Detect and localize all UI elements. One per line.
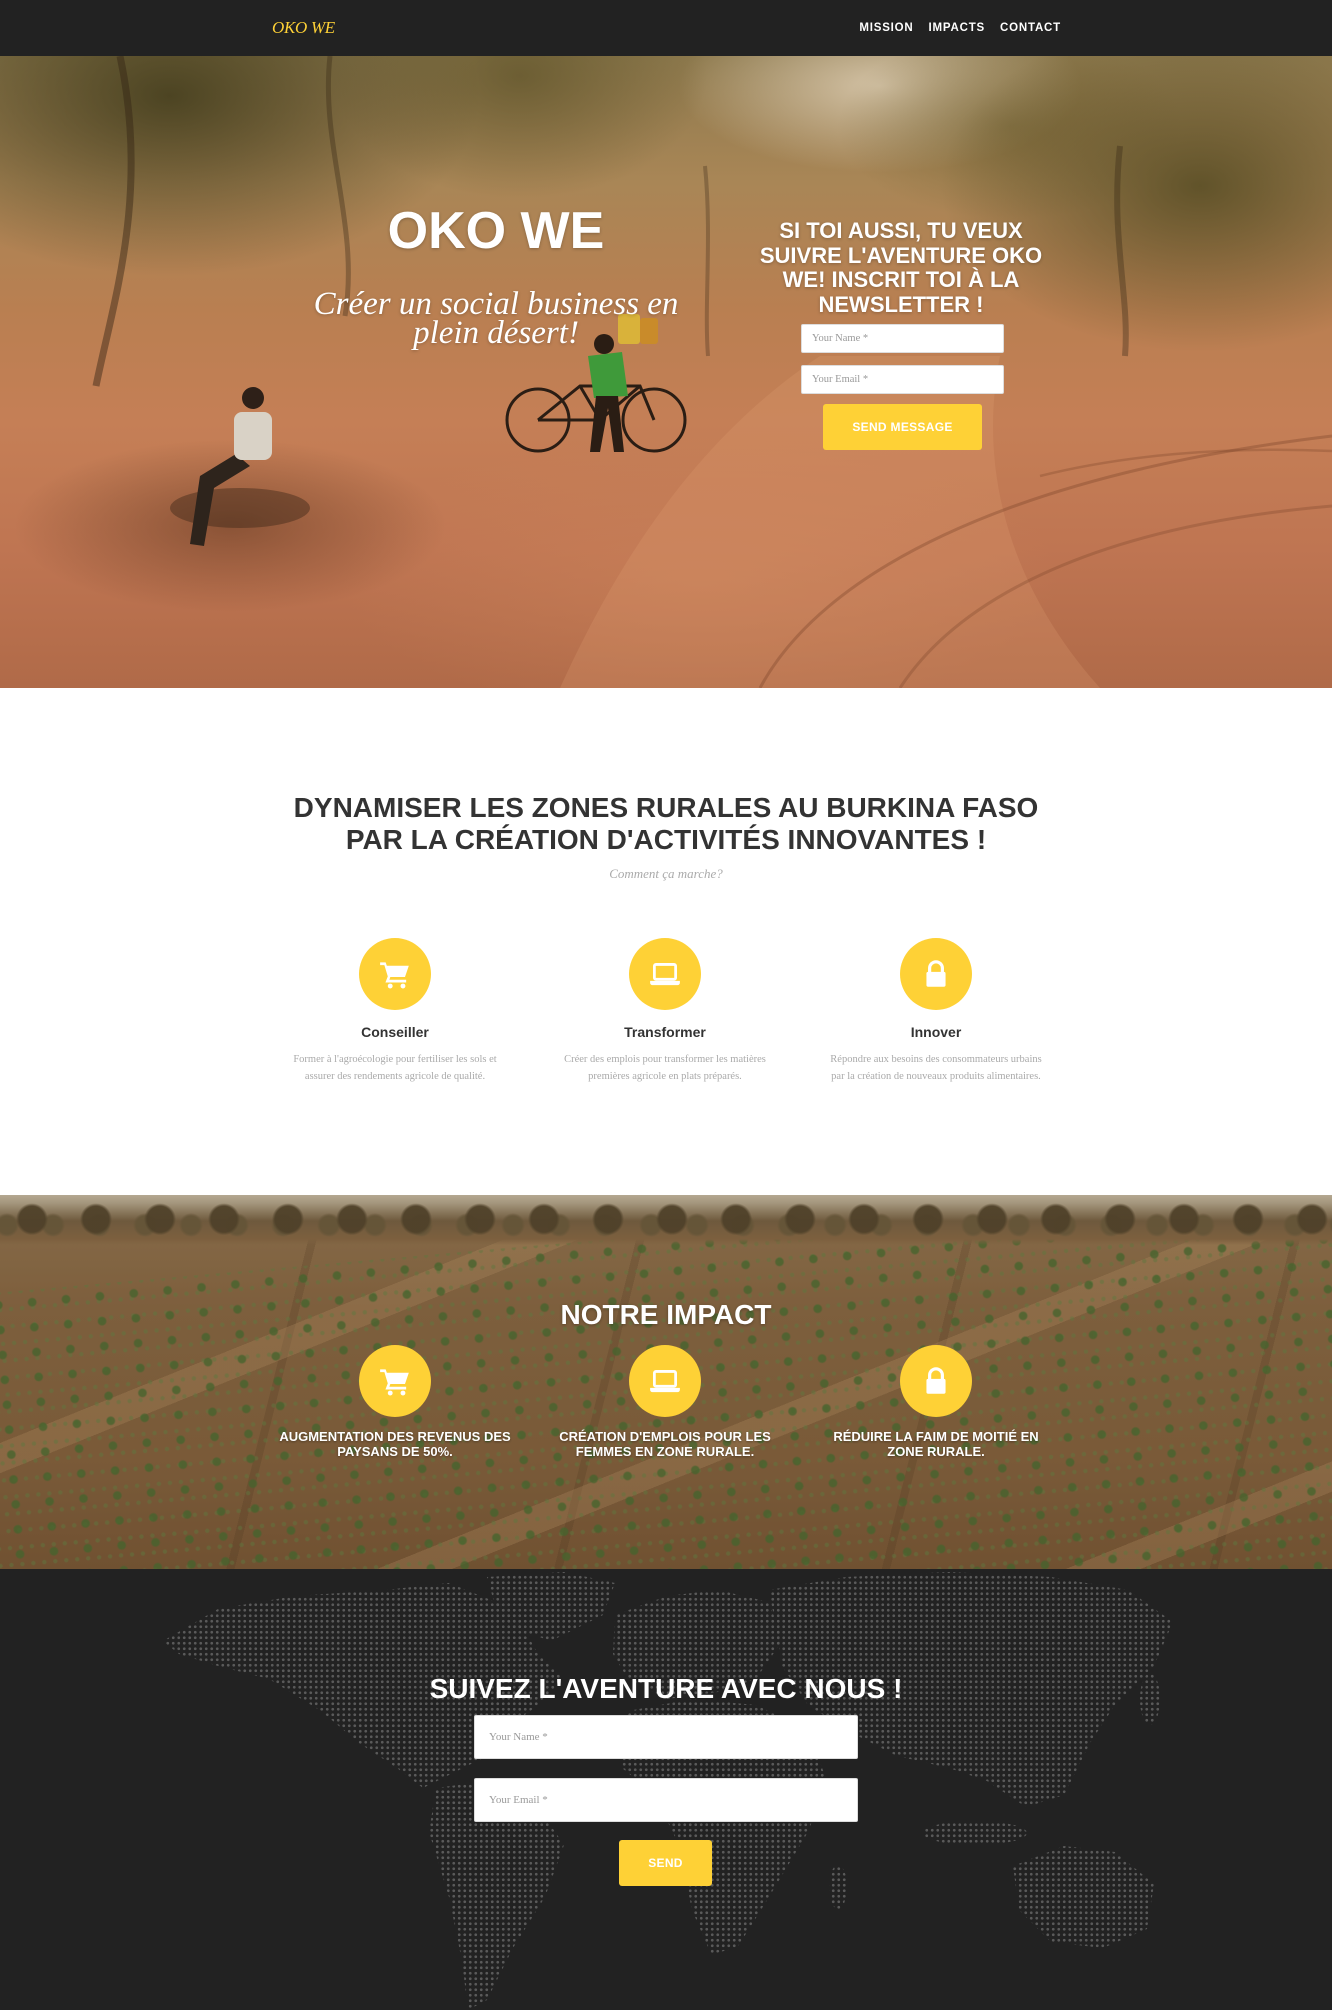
newsletter-heading-line: SUIVRE L'AVENTURE OKO (759, 242, 1043, 268)
feature-title: Innover (910, 1024, 962, 1040)
feature-icon-circle (359, 938, 431, 1010)
mission-heading-line: DYNAMISER LES ZONES RURALES AU BURKINA F… (293, 792, 1039, 823)
feature-title: Conseiller (361, 1024, 429, 1040)
impact-text: AUGMENTATION DES REVENUS DES PAYSANS DE … (260, 1429, 530, 1459)
impact-text-line: CRÉATION D'EMPLOIS POUR LES (559, 1429, 771, 1444)
contact-section: SUIVEZ L'AVENTURE AVEC NOUS ! SEND (0, 1569, 1332, 2010)
seated-man-silhouette (170, 387, 310, 546)
feature-transformer: Transformer Créer des emplois pour trans… (530, 938, 800, 1085)
lock-icon (926, 1367, 946, 1394)
newsletter-heading-line: NEWSLETTER ! (818, 291, 984, 317)
impact-heading: NOTRE IMPACT (560, 1299, 772, 1330)
send-message-button[interactable]: SEND MESSAGE (823, 404, 982, 450)
feature-description-line: Créer des emplois pour transformer les m… (564, 1054, 766, 1065)
impact-text-line: RÉDUIRE LA FAIM DE MOITIÉ EN (833, 1429, 1039, 1444)
contact-name-input[interactable] (474, 1715, 858, 1759)
send-button[interactable]: SEND (619, 1840, 712, 1886)
nav-links: MISSION IMPACTS CONTACT (859, 0, 1061, 56)
feature-description-line: premières agricole en plats préparés. (588, 1071, 742, 1082)
impact-icon-circle (900, 1345, 972, 1417)
brand-logo[interactable]: OKO WE (272, 17, 335, 39)
feature-description: Créer des emplois pour transformer les m… (530, 1051, 800, 1085)
mission-heading: DYNAMISER LES ZONES RURALES AU BURKINA F… (166, 792, 1166, 856)
hero-tagline-line: plein désert! (413, 315, 579, 351)
impact-text-line: AUGMENTATION DES REVENUS DES (279, 1429, 511, 1444)
hero-background-photo (92, 56, 1332, 688)
impact-section: NOTRE IMPACT AUGMENTATION DES REVENUS DE… (0, 1195, 1332, 1569)
lock-icon (926, 960, 946, 987)
impact-icon-circle (629, 1345, 701, 1417)
mission-subheading: Comment ça marche? (609, 866, 723, 881)
feature-description: Répondre aux besoins des consommateurs u… (801, 1051, 1071, 1085)
feature-description-line: assurer des rendements agricole de quali… (304, 1071, 486, 1082)
mission-heading-line: PAR LA CRÉATION D'ACTIVITÉS INNOVANTES ! (345, 824, 987, 855)
impact-item-faim: RÉDUIRE LA FAIM DE MOITIÉ EN ZONE RURALE… (801, 1345, 1071, 1459)
feature-description-line: Former à l'agroécologie pour fertiliser … (293, 1054, 497, 1065)
impact-text-line: PAYSANS DE 50%. (337, 1443, 453, 1459)
nav-link-contact[interactable]: CONTACT (1000, 22, 1061, 34)
impact-text: RÉDUIRE LA FAIM DE MOITIÉ EN ZONE RURALE… (801, 1429, 1071, 1459)
map-australia (1013, 1846, 1154, 1948)
feature-innover: Innover Répondre aux besoins des consomm… (801, 938, 1071, 1085)
nav-link-impacts[interactable]: IMPACTS (929, 22, 986, 34)
feature-description-line: Répondre aux besoins des consommateurs u… (830, 1054, 1042, 1065)
navbar: OKO WE MISSION IMPACTS CONTACT (0, 0, 1332, 56)
hero-tagline: Créer un social business en plein désert… (246, 288, 746, 351)
hero-title: OKO WE (387, 202, 605, 260)
map-indonesia (923, 1821, 1027, 1845)
contact-heading: SUIVEZ L'AVENTURE AVEC NOUS ! (429, 1673, 903, 1704)
feature-title: Transformer (624, 1024, 706, 1040)
hero-section: OKO WE Créer un social business en plein… (0, 56, 1332, 688)
feature-description: Former à l'agroécologie pour fertiliser … (260, 1051, 530, 1085)
newsletter-email-input[interactable] (801, 365, 1004, 394)
mission-section: DYNAMISER LES ZONES RURALES AU BURKINA F… (0, 688, 1332, 1195)
newsletter-heading-line: SI TOI AUSSI, TU VEUX (779, 218, 1023, 243)
impact-text: CRÉATION D'EMPLOIS POUR LES FEMMES EN ZO… (530, 1429, 800, 1459)
impact-item-revenus: AUGMENTATION DES REVENUS DES PAYSANS DE … (260, 1345, 530, 1459)
shopping-cart-icon (380, 1369, 409, 1396)
impact-text-line: ZONE RURALE. (887, 1443, 985, 1459)
impact-item-emplois: CRÉATION D'EMPLOIS POUR LES FEMMES EN ZO… (530, 1345, 800, 1459)
contact-email-input[interactable] (474, 1778, 858, 1822)
shopping-cart-icon (380, 962, 409, 989)
nav-link-mission[interactable]: MISSION (859, 22, 913, 34)
feature-icon-circle (900, 938, 972, 1010)
feature-conseiller: Conseiller Former à l'agroécologie pour … (260, 938, 530, 1085)
feature-description-line: par la création de nouveaux produits ali… (831, 1071, 1041, 1082)
impact-text-line: FEMMES EN ZONE RURALE. (575, 1443, 755, 1459)
impact-icon-circle (359, 1345, 431, 1417)
newsletter-heading: SI TOI AUSSI, TU VEUX SUIVRE L'AVENTURE … (741, 218, 1061, 317)
laptop-icon (650, 963, 680, 986)
newsletter-name-input[interactable] (801, 324, 1004, 353)
feature-icon-circle (629, 938, 701, 1010)
newsletter-heading-line: WE! INSCRIT TOI À LA (782, 267, 1020, 292)
map-madagascar (829, 1865, 847, 1909)
laptop-icon (650, 1370, 680, 1393)
